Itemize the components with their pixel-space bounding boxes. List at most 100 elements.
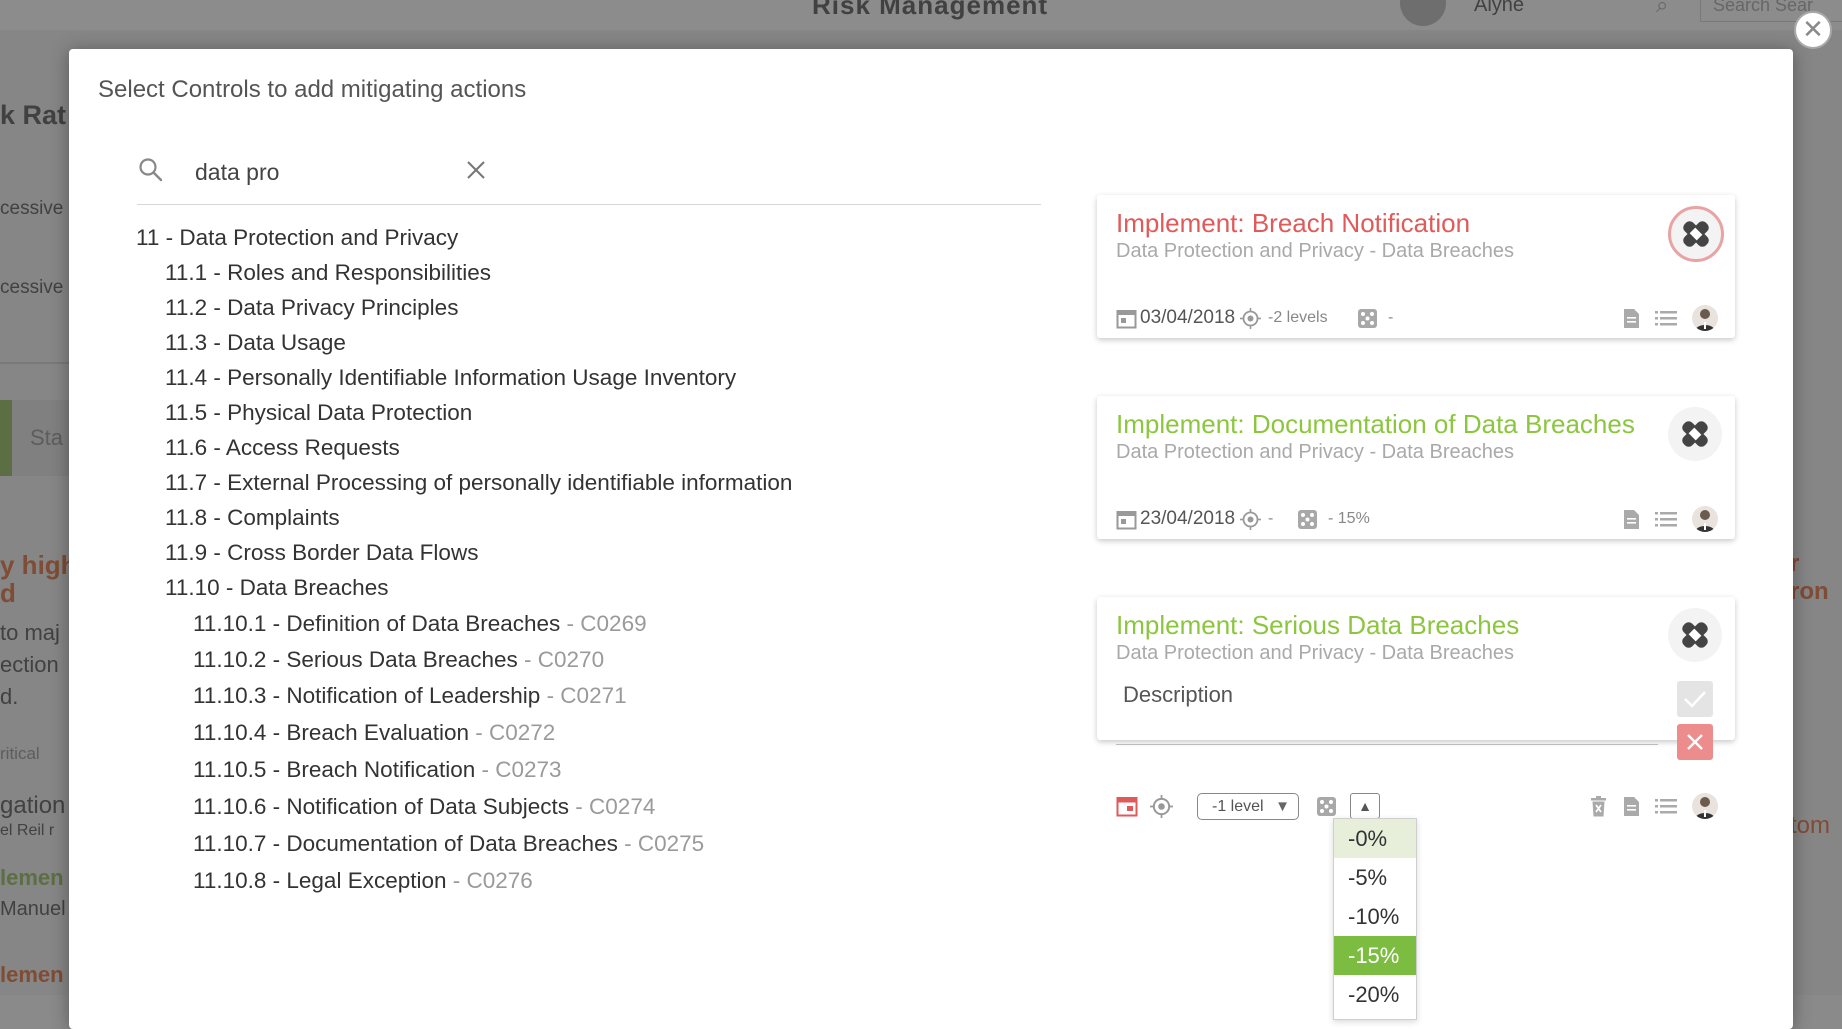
card-title: Implement: Serious Data Breaches xyxy=(1116,610,1520,640)
tree-item-label: 11.6 - Access Requests xyxy=(165,435,400,460)
tree-item-control[interactable]: 11.10.2 - Serious Data Breaches - C0270 xyxy=(193,647,604,673)
document-icon[interactable] xyxy=(1623,796,1640,817)
due-date-value: 23/04/2018 xyxy=(1140,508,1236,529)
target-level[interactable]: - xyxy=(1240,506,1273,532)
tree-item-label: 11.10.7 - Documentation of Data Breaches xyxy=(193,831,618,856)
cancel-button[interactable] xyxy=(1677,724,1713,760)
tree-item[interactable]: 11.6 - Access Requests xyxy=(165,435,400,461)
tree-item-control[interactable]: 11.10.3 - Notification of Leadership - C… xyxy=(193,683,627,709)
percent-option-selected[interactable]: -15% xyxy=(1334,936,1416,975)
close-icon xyxy=(1687,734,1703,750)
close-icon: ✕ xyxy=(1802,14,1824,44)
tree-item[interactable]: 11.2 - Data Privacy Principles xyxy=(165,295,458,321)
tree-item-label: 11 - Data Protection and Privacy xyxy=(136,225,459,250)
tree-item-label: 11.10.8 - Legal Exception xyxy=(193,868,447,893)
remove-action-button[interactable] xyxy=(1668,206,1724,262)
control-code: - C0275 xyxy=(617,831,705,856)
level-select[interactable]: -1 level ▼ xyxy=(1197,793,1299,820)
impact-reduction[interactable]: - xyxy=(1357,305,1393,331)
remove-action-button[interactable] xyxy=(1668,407,1722,461)
dice-icon xyxy=(1298,509,1317,529)
card-subtitle: Data Protection and Privacy - Data Breac… xyxy=(1116,642,1514,664)
tree-item[interactable]: 11.5 - Physical Data Protection xyxy=(165,400,472,426)
tree-item-label: 11.1 - Roles and Responsibilities xyxy=(165,260,492,285)
control-code: - C0271 xyxy=(540,683,627,708)
tree-item[interactable]: 11.4 - Personally Identifiable Informati… xyxy=(165,365,736,391)
percent-dropdown: -0% -5% -10% -15% -20% xyxy=(1333,818,1417,1020)
clear-search-icon[interactable] xyxy=(461,155,491,185)
target-icon xyxy=(1240,508,1261,530)
assignee-avatar[interactable] xyxy=(1692,793,1718,819)
due-date[interactable]: 03/04/2018 xyxy=(1116,305,1235,331)
tree-item-label: 11.4 - Personally Identifiable Informati… xyxy=(165,365,737,390)
tree-item[interactable]: 11.10 - Data Breaches xyxy=(165,575,388,601)
percent-select-toggle[interactable]: ▲ xyxy=(1350,793,1380,819)
modal-title: Select Controls to add mitigating action… xyxy=(98,76,527,103)
due-date-value: 03/04/2018 xyxy=(1140,307,1236,328)
close-modal-button[interactable]: ✕ xyxy=(1794,11,1832,49)
tree-item-control[interactable]: 11.10.1 - Definition of Data Breaches - … xyxy=(193,611,647,637)
select-controls-modal: Select Controls to add mitigating action… xyxy=(69,49,1793,1029)
confirm-button[interactable] xyxy=(1677,681,1713,717)
tree-item-label: 11.10.5 - Breach Notification xyxy=(193,757,476,782)
impact-value: - 15% xyxy=(1328,510,1370,527)
tree-item-label: 11.10.2 - Serious Data Breaches xyxy=(193,647,518,672)
assignee-avatar[interactable] xyxy=(1692,506,1718,532)
person-avatar-icon xyxy=(1695,510,1715,532)
calendar-icon xyxy=(1116,309,1137,328)
tree-item[interactable]: 11.1 - Roles and Responsibilities xyxy=(165,260,491,286)
remove-action-button[interactable] xyxy=(1668,608,1722,662)
tree-item[interactable]: 11.8 - Complaints xyxy=(165,505,340,531)
dice-icon xyxy=(1358,308,1377,328)
list-icon[interactable] xyxy=(1655,310,1677,327)
mitigation-card: Implement: Documentation of Data Breache… xyxy=(1097,396,1735,539)
dice-icon xyxy=(1317,797,1336,816)
caret-down-icon: ▼ xyxy=(1275,798,1290,815)
mitigation-card-editing: Implement: Serious Data Breaches Data Pr… xyxy=(1097,597,1735,820)
trash-icon[interactable] xyxy=(1590,796,1607,817)
tree-item-label: 11.8 - Complaints xyxy=(165,505,340,530)
control-code: - C0269 xyxy=(560,611,647,636)
card-footer: 03/04/2018 -2 levels - xyxy=(1116,305,1722,331)
tree-item[interactable]: 11.9 - Cross Border Data Flows xyxy=(165,540,478,566)
description-input[interactable]: Description xyxy=(1123,682,1233,708)
percent-option[interactable]: -0% xyxy=(1334,819,1416,858)
impact-reduction[interactable]: - 15% xyxy=(1297,506,1370,532)
document-icon[interactable] xyxy=(1623,509,1640,530)
card-subtitle: Data Protection and Privacy - Data Breac… xyxy=(1116,441,1514,463)
control-code: - C0274 xyxy=(569,794,656,819)
assignee-avatar[interactable] xyxy=(1692,305,1718,331)
tree-item-control[interactable]: 11.10.7 - Documentation of Data Breaches… xyxy=(193,831,704,857)
tree-item-control[interactable]: 11.10.5 - Breach Notification - C0273 xyxy=(193,757,562,783)
card-title: Implement: Documentation of Data Breache… xyxy=(1116,409,1635,439)
impact-value: - xyxy=(1388,309,1394,326)
tree-item-control[interactable]: 11.10.8 - Legal Exception - C0276 xyxy=(193,868,533,894)
description-underline xyxy=(1116,744,1658,745)
due-date[interactable]: 23/04/2018 xyxy=(1116,506,1235,532)
percent-option[interactable]: -10% xyxy=(1334,897,1416,936)
tree-item-label: 11.2 - Data Privacy Principles xyxy=(165,295,459,320)
card-title: Implement: Breach Notification xyxy=(1116,208,1471,238)
target-icon xyxy=(1240,307,1261,329)
tree-item-label: 11.5 - Physical Data Protection xyxy=(165,400,473,425)
tree-item-control[interactable]: 11.10.4 - Breach Evaluation - C0272 xyxy=(193,720,555,746)
person-avatar-icon xyxy=(1695,309,1715,331)
target-icon[interactable] xyxy=(1150,795,1173,818)
target-level[interactable]: -2 levels xyxy=(1240,305,1328,331)
percent-option[interactable]: -5% xyxy=(1334,858,1416,897)
list-icon[interactable] xyxy=(1655,511,1677,528)
control-code: - C0276 xyxy=(446,868,533,893)
tree-item-control[interactable]: 11.10.6 - Notification of Data Subjects … xyxy=(193,794,655,820)
tree-item-label: 11.10.4 - Breach Evaluation xyxy=(193,720,470,745)
list-icon[interactable] xyxy=(1655,798,1677,815)
level-select-value: -1 level xyxy=(1212,797,1264,815)
tree-item-label: 11.10.3 - Notification of Leadership xyxy=(193,683,541,708)
calendar-icon[interactable] xyxy=(1116,795,1138,817)
tree-item[interactable]: 11.3 - Data Usage xyxy=(165,330,346,356)
tree-item-label: 11.7 - External Processing of personally… xyxy=(165,470,793,495)
tree-item-section-11[interactable]: 11 - Data Protection and Privacy xyxy=(136,225,458,251)
document-icon[interactable] xyxy=(1623,308,1640,329)
calendar-icon xyxy=(1116,510,1137,529)
target-level-value: -2 levels xyxy=(1268,309,1328,326)
tree-item[interactable]: 11.7 - External Processing of personally… xyxy=(165,470,792,496)
